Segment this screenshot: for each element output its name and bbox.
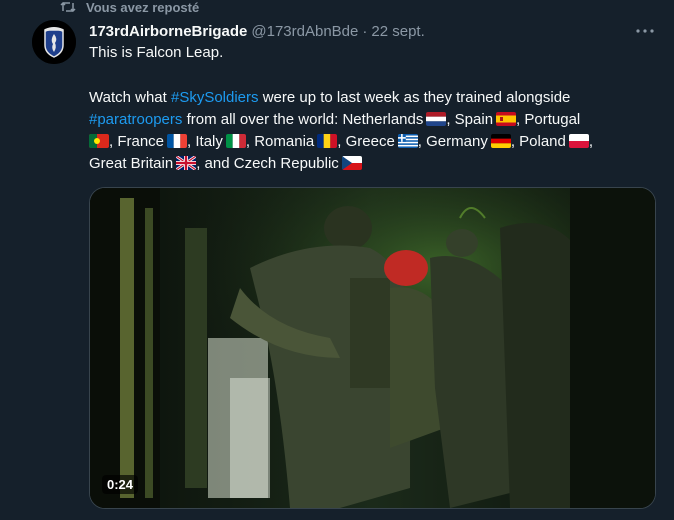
- tweet-date[interactable]: 22 sept.: [371, 23, 424, 40]
- author-name[interactable]: 173rdAirborneBrigade: [89, 23, 247, 40]
- video-frame: [90, 188, 655, 508]
- avatar[interactable]: [32, 20, 76, 64]
- flag-portugal-icon: [89, 134, 109, 149]
- text-segment: , Romania: [245, 133, 315, 151]
- video-duration: 0:24: [102, 475, 139, 494]
- tweet-header: 173rdAirborneBrigade @173rdAbnBde · 22 s…: [89, 20, 656, 42]
- flag-germany-icon: [490, 134, 511, 149]
- tweet-line-2: Watch what #SkySoldiers were up to last …: [89, 87, 659, 176]
- text-segment: , Greece: [337, 133, 395, 151]
- repost-label: Vous avez reposté: [86, 0, 200, 15]
- trailing-comma: ,: [588, 133, 594, 151]
- separator: ·: [362, 22, 368, 40]
- flag-poland-icon: [568, 134, 589, 149]
- unit-insignia-icon: [32, 20, 76, 64]
- text-segment: Watch what: [89, 88, 171, 106]
- flag-italy-icon: [225, 134, 246, 149]
- tweet-text: This is Falcon Leap. Watch what #SkySold…: [89, 42, 659, 176]
- text-segment: , Poland: [510, 133, 566, 151]
- author-handle[interactable]: @173rdAbnBde: [251, 23, 358, 40]
- tweet-line-1: This is Falcon Leap.: [89, 44, 224, 61]
- text-segment: , and Czech Republic: [196, 155, 339, 173]
- more-options-icon[interactable]: [634, 20, 656, 42]
- flag-greece-icon: [397, 134, 418, 149]
- repost-indicator: Vous avez reposté: [60, 0, 200, 15]
- text-segment: , Portugal: [516, 110, 581, 128]
- flag-romania-icon: [317, 134, 338, 149]
- flag-great-britain-icon: [176, 156, 197, 171]
- text-segment: were up to last week as they trained alo…: [258, 88, 571, 106]
- flag-czech-republic-icon: [341, 156, 362, 171]
- flag-spain-icon: [496, 111, 517, 126]
- hashtag-link[interactable]: #SkySoldiers: [171, 89, 259, 106]
- flag-netherlands-icon: [426, 111, 447, 126]
- text-segment: , Germany: [417, 133, 488, 151]
- hashtag-link[interactable]: #paratroopers: [89, 111, 182, 128]
- text-segment: , France: [109, 133, 165, 151]
- text-segment: from all over the world: Netherlands: [182, 110, 424, 128]
- repost-icon: [60, 0, 76, 14]
- text-segment: , Italy: [187, 133, 223, 151]
- tweet[interactable]: Vous avez reposté 173rdAirborneBrigade @…: [0, 0, 674, 520]
- text-segment: Great Britain: [89, 155, 174, 173]
- flag-france-icon: [167, 134, 188, 149]
- text-segment: , Spain: [446, 110, 494, 128]
- video-player[interactable]: 0:24: [89, 187, 656, 509]
